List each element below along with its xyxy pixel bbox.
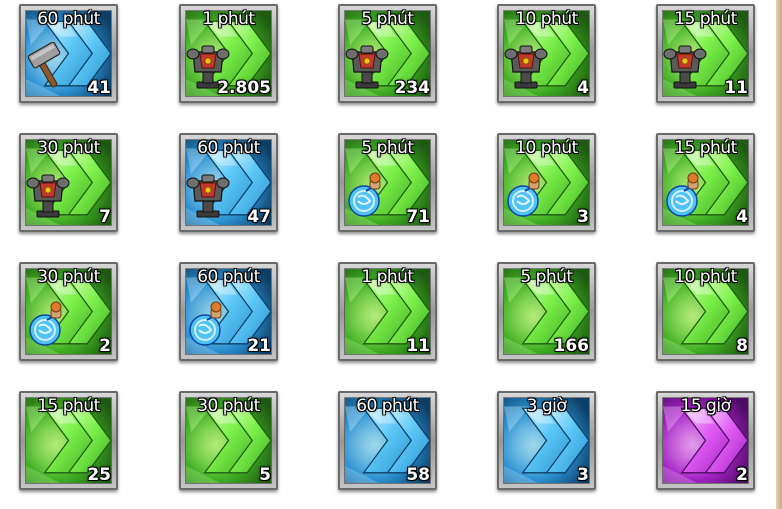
quantity-label: 234 <box>394 78 431 98</box>
duration-label: 30 phút <box>37 267 100 287</box>
armor-icon <box>185 171 231 219</box>
armor-icon <box>344 42 390 90</box>
duration-label: 60 phút <box>197 138 260 158</box>
quantity-label: 4 <box>736 207 748 227</box>
duration-label: 15 phút <box>37 396 100 416</box>
quantity-label: 11 <box>724 78 748 98</box>
quantity-label: 47 <box>247 207 271 227</box>
armor-icon <box>503 42 549 90</box>
armor-icon <box>25 171 71 219</box>
duration-label: 60 phút <box>356 396 419 416</box>
duration-label: 30 phút <box>197 396 260 416</box>
speedup-item-grid: 60 phút 41 1 phút 2.805 5 phút 234 10 ph… <box>0 0 776 509</box>
potion-icon <box>662 171 708 219</box>
armor-icon <box>662 42 708 90</box>
speedup-item[interactable]: 5 phút 71 <box>338 133 437 232</box>
speedup-item[interactable]: 60 phút 21 <box>179 262 278 361</box>
potion-icon <box>25 300 71 348</box>
speedup-item[interactable]: 10 phút 3 <box>497 133 596 232</box>
duration-label: 30 phút <box>37 138 100 158</box>
speedup-item[interactable]: 60 phút 47 <box>179 133 278 232</box>
potion-icon <box>185 300 231 348</box>
speedup-item[interactable]: 10 phút 8 <box>656 262 755 361</box>
duration-label: 15 giờ <box>680 396 731 416</box>
duration-label: 10 phút <box>674 267 737 287</box>
speedup-item[interactable]: 30 phút 2 <box>19 262 118 361</box>
speedup-item[interactable]: 15 phút 25 <box>19 391 118 490</box>
speedup-item[interactable]: 30 phút 7 <box>19 133 118 232</box>
panel-edge <box>776 0 782 509</box>
quantity-label: 2 <box>99 336 111 356</box>
hammer-icon <box>25 41 71 90</box>
quantity-label: 3 <box>577 207 589 227</box>
duration-label: 60 phút <box>197 267 260 287</box>
speedup-item[interactable]: 60 phút 41 <box>19 4 118 103</box>
speedup-item[interactable]: 60 phút 58 <box>338 391 437 490</box>
duration-label: 5 phút <box>520 267 573 287</box>
duration-label: 1 phút <box>361 267 414 287</box>
speedup-item[interactable]: 10 phút 4 <box>497 4 596 103</box>
quantity-label: 58 <box>406 465 430 485</box>
duration-label: 10 phút <box>515 9 578 29</box>
quantity-label: 25 <box>87 465 111 485</box>
potion-icon <box>503 171 549 219</box>
quantity-label: 4 <box>577 78 589 98</box>
duration-label: 15 phút <box>674 138 737 158</box>
speedup-item[interactable]: 5 phút 234 <box>338 4 437 103</box>
duration-label: 60 phút <box>37 9 100 29</box>
duration-label: 15 phút <box>674 9 737 29</box>
quantity-label: 41 <box>87 78 111 98</box>
speedup-item[interactable]: 1 phút 11 <box>338 262 437 361</box>
duration-label: 10 phút <box>515 138 578 158</box>
quantity-label: 5 <box>259 465 271 485</box>
quantity-label: 11 <box>406 336 430 356</box>
quantity-label: 8 <box>736 336 748 356</box>
quantity-label: 166 <box>553 336 590 356</box>
potion-icon <box>344 171 390 219</box>
duration-label: 5 phút <box>361 9 414 29</box>
speedup-item[interactable]: 1 phút 2.805 <box>179 4 278 103</box>
quantity-label: 71 <box>406 207 430 227</box>
speedup-item[interactable]: 5 phút 166 <box>497 262 596 361</box>
duration-label: 3 giờ <box>526 396 567 416</box>
speedup-item[interactable]: 30 phút 5 <box>179 391 278 490</box>
duration-label: 5 phút <box>361 138 414 158</box>
speedup-item[interactable]: 15 giờ 2 <box>656 391 755 490</box>
speedup-item[interactable]: 15 phút 4 <box>656 133 755 232</box>
quantity-label: 3 <box>577 465 589 485</box>
quantity-label: 2 <box>736 465 748 485</box>
quantity-label: 7 <box>99 207 111 227</box>
speedup-item[interactable]: 15 phút 11 <box>656 4 755 103</box>
quantity-label: 2.805 <box>217 78 271 98</box>
speedup-item[interactable]: 3 giờ 3 <box>497 391 596 490</box>
duration-label: 1 phút <box>202 9 255 29</box>
quantity-label: 21 <box>247 336 271 356</box>
